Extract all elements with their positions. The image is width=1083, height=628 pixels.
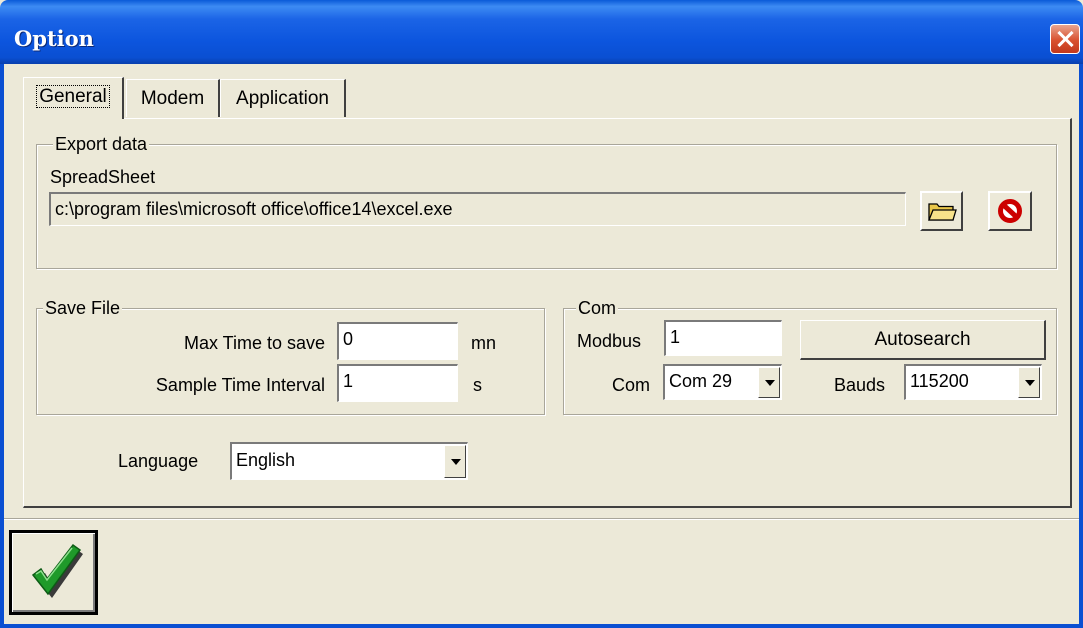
- chevron-down-icon[interactable]: [1018, 367, 1040, 398]
- tab-general[interactable]: General: [23, 77, 124, 119]
- autosearch-button[interactable]: Autosearch: [800, 320, 1046, 360]
- language-value: English: [236, 450, 296, 470]
- clear-button[interactable]: [988, 191, 1032, 231]
- tab-modem[interactable]: Modem: [126, 79, 220, 117]
- bauds-label: Bauds: [834, 375, 886, 395]
- title-bar[interactable]: Option: [0, 0, 1083, 64]
- spreadsheet-path-field[interactable]: c:\program files\microsoft office\office…: [49, 192, 906, 226]
- tab-application[interactable]: Application: [220, 79, 346, 117]
- com-port-select[interactable]: Com 29: [663, 364, 782, 400]
- footer-separator: [4, 518, 1079, 520]
- export-data-legend: Export data: [53, 133, 150, 155]
- sample-interval-unit: s: [473, 375, 482, 395]
- option-dialog: Option General Modem Application Export …: [0, 0, 1083, 628]
- folder-icon: [928, 203, 957, 221]
- sample-interval-input[interactable]: 1: [337, 364, 458, 402]
- ok-button[interactable]: [9, 530, 98, 615]
- no-entry-icon: [998, 199, 1022, 223]
- save-file-group: Save File: [36, 297, 545, 415]
- max-time-input[interactable]: 0: [337, 322, 458, 360]
- close-button[interactable]: [1050, 24, 1080, 54]
- com-legend: Com: [576, 297, 619, 319]
- bauds-value: 115200: [910, 371, 969, 391]
- chevron-down-icon[interactable]: [758, 367, 780, 398]
- chevron-down-icon[interactable]: [444, 445, 466, 478]
- checkmark-icon: [31, 543, 83, 598]
- window-border-right: [1079, 64, 1083, 628]
- window-border-bottom: [0, 624, 1083, 628]
- language-select[interactable]: English: [230, 442, 468, 480]
- com-port-value: Com 29: [669, 371, 733, 391]
- max-time-unit: mn: [471, 333, 497, 353]
- modbus-label: Modbus: [577, 331, 642, 351]
- spreadsheet-label: SpreadSheet: [50, 167, 156, 187]
- sample-interval-label: Sample Time Interval: [155, 375, 325, 395]
- bauds-select[interactable]: 115200: [904, 364, 1042, 400]
- window-border-left: [0, 64, 4, 628]
- tab-general-label: General: [36, 85, 110, 108]
- save-file-legend: Save File: [43, 297, 123, 319]
- tab-modem-label: Modem: [140, 88, 205, 109]
- tab-application-label: Application: [236, 88, 329, 109]
- max-time-label: Max Time to save: [183, 333, 325, 353]
- window-title: Option: [14, 26, 94, 51]
- modbus-input[interactable]: 1: [664, 320, 782, 356]
- browse-button[interactable]: [920, 191, 963, 231]
- language-label: Language: [118, 451, 199, 471]
- com-port-label: Com: [612, 375, 651, 395]
